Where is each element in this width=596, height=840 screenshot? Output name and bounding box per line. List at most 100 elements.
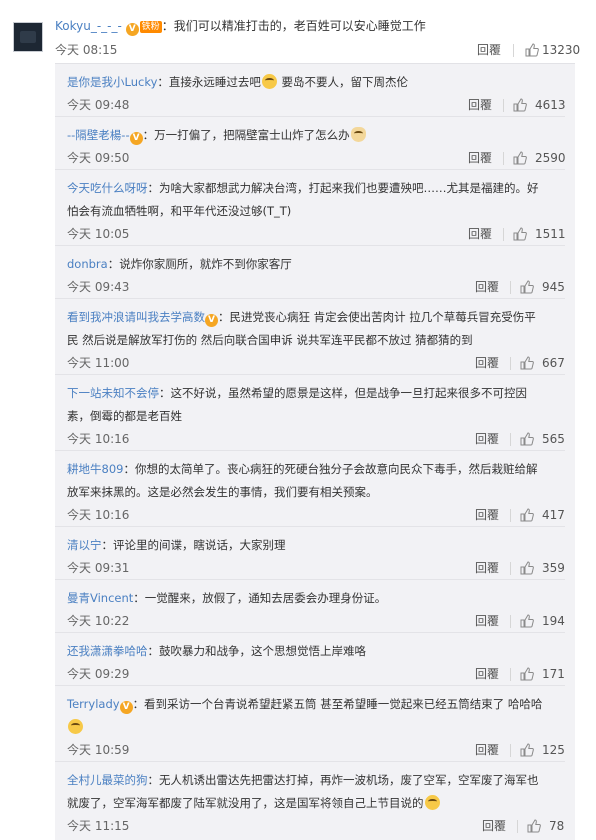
vip-badge-icon: V [129,132,143,145]
reply-item: --隔壁老楊-- V ：万一打偏了，把隔壁富士山炸了怎么办 今天 09:50 回覆 … [55,117,566,170]
like-count: 945 [542,280,565,294]
thumbs-up-icon[interactable] [525,43,539,57]
like-count: 78 [549,819,565,833]
reply-author[interactable]: Terrylady [67,697,120,711]
reply-text: ：评论里的间谍，瞎说话，大家别理 [101,538,286,552]
reply-item: 全村儿最菜的狗：无人机诱出雷达先把雷达打掉，再炸一波机场，废了空军，空军废了海军… [55,762,565,840]
divider [513,44,514,57]
vip-badge-icon: V [119,701,133,714]
like-count: 13230 [542,43,581,57]
avatar[interactable] [13,22,43,52]
top-comment: Kokyu_-_-_- V 铁粉 ：我们可以精准打击的，老百姓可以安心睡觉工作 今天… [0,0,596,60]
reply-item: 看到我冲浪请叫我去学高数 V ：民进党丧心病狂 肯定会使出苦肉计 拉几个草莓兵冒充受… [55,299,565,375]
thumbs-up-icon[interactable] [520,561,534,575]
reply-author[interactable]: 下一站未知不会停 [67,386,159,400]
reply-button[interactable]: 回覆 [475,741,499,759]
reply-button[interactable]: 回覆 [475,559,499,577]
reply-button[interactable]: 回覆 [475,354,499,372]
reply-author[interactable]: 清以宁 [67,538,102,552]
reply-time: 今天 09:48 [67,98,130,112]
reply-author[interactable]: 曼青Vincent [67,591,133,605]
reply-item: donbra：说炸你家厕所，就炸不到你家客厅 今天 09:43 回覆 945 [55,246,565,299]
reply-text: ：民进党丧心病狂 肯定会使出苦肉计 拉几个草莓兵冒充受伤平 [218,310,536,324]
reply-text: ：万一打偏了，把隔壁富士山炸了怎么办 [142,128,350,142]
reply-author[interactable]: donbra [67,257,108,271]
reply-author[interactable]: 耕地牛809 [67,462,123,476]
divider [510,509,511,522]
reply-button[interactable]: 回覆 [477,41,501,59]
thumbs-up-icon[interactable] [513,98,527,112]
vip-badge-icon: V [205,314,218,327]
comment-meta: 今天 08:15 回覆 13230 [55,41,586,59]
reply-button[interactable]: 回覆 [468,149,492,167]
reply-text: ：看到采访一个台青说希望赶紧五筒 甚至希望睡一觉起来已经五筒结束了 哈哈哈 [132,697,543,711]
divider [510,281,511,294]
like-count: 125 [542,743,565,757]
reply-time: 今天 11:00 [67,356,130,370]
replies-panel: 是你是我小Lucky：直接永远睡过去吧 要岛不要人，留下周杰伦 今天 09:48… [55,63,575,840]
like-count: 359 [542,561,565,575]
divider [503,99,504,112]
reply-time: 今天 10:05 [67,227,130,241]
reply-author[interactable]: 看到我冲浪请叫我去学高数 [67,310,205,324]
thumbs-up-icon[interactable] [520,432,534,446]
reply-text-2: 就废了，空军海军都废了陆军就没用了，这是国军将领自己上节目说的 [67,796,424,810]
divider [517,820,518,833]
like-count: 2590 [535,151,566,165]
reply-button[interactable]: 回覆 [475,612,499,630]
thumbs-up-icon[interactable] [520,614,534,628]
thumbs-up-icon[interactable] [513,227,527,241]
grin-emoji-icon [261,74,277,89]
vip-badge-icon: V [125,23,139,36]
reply-text-2: 要岛不要人，留下周杰伦 [277,75,409,89]
divider [510,615,511,628]
reply-text: ：直接永远睡过去吧 [157,75,261,89]
divider [503,228,504,241]
reply-item: 清以宁：评论里的间谍，瞎说话，大家别理 今天 09:31 回覆 359 [55,527,565,580]
comment-text: ：我们可以精准打击的，老百姓可以安心睡觉工作 [161,19,426,33]
reply-time: 今天 10:22 [67,614,130,628]
reply-author[interactable]: 还我潇潇拳哈哈 [67,644,148,658]
laugh-emoji-icon [68,719,83,734]
reply-item: 耕地牛809：你想的太简单了。丧心病狂的死硬台独分子会故意向民众下毒手，然后栽赃… [55,451,565,527]
reply-text: ：无人机诱出雷达先把雷达打掉，再炸一波机场，废了空军，空军废了海军也 [147,773,539,787]
thumbs-up-icon[interactable] [527,819,541,833]
reply-text: ：你想的太简单了。丧心病狂的死硬台独分子会故意向民众下毒手，然后栽赃给解 [123,462,538,476]
reply-time: 今天 10:16 [67,508,130,522]
reply-button[interactable]: 回覆 [482,817,506,835]
like-count: 194 [542,614,565,628]
reply-button[interactable]: 回覆 [475,665,499,683]
reply-text-2: 怕会有流血牺牲啊，和平年代还没过够(T_T) [67,204,292,218]
reply-button[interactable]: 回覆 [475,506,499,524]
reply-time: 今天 09:31 [67,561,130,575]
reply-author[interactable]: 全村儿最菜的狗 [67,773,148,787]
thumbs-up-icon[interactable] [520,280,534,294]
reply-time: 今天 10:16 [67,432,130,446]
divider [503,152,504,165]
reply-author[interactable]: --隔壁老楊-- [67,128,130,142]
reply-text: ：为啥大家都想武力解决台湾，打起来我们也要遭殃吧……尤其是福建的。好 [147,181,539,195]
reply-author[interactable]: 是你是我小Lucky [67,75,157,89]
comment-author[interactable]: Kokyu_-_-_- [55,19,122,33]
reply-button[interactable]: 回覆 [468,96,492,114]
reply-time: 今天 09:29 [67,667,130,681]
cat-emoji-icon [350,127,366,142]
comment-time: 今天 08:15 [55,43,118,57]
like-count: 171 [542,667,565,681]
thumbs-up-icon[interactable] [520,667,534,681]
reply-text: ：一觉醒来，放假了，通知去居委会办理身份证。 [133,591,387,605]
reply-item: 下一站未知不会停：这不好说，虽然希望的愿景是这样，但是战争一旦打起来很多不可控因… [55,375,565,451]
reply-button[interactable]: 回覆 [468,225,492,243]
laugh-emoji-icon [424,795,440,810]
reply-button[interactable]: 回覆 [475,430,499,448]
reply-time: 今天 10:59 [67,743,130,757]
reply-item: 还我潇潇拳哈哈：鼓吹暴力和战争，这个思想觉悟上岸难咯 今天 09:29 回覆 1… [55,633,565,686]
reply-item: 是你是我小Lucky：直接永远睡过去吧 要岛不要人，留下周杰伦 今天 09:48… [55,64,566,117]
reply-author[interactable]: 今天吃什么呀呀 [67,181,148,195]
reply-button[interactable]: 回覆 [475,278,499,296]
thumbs-up-icon[interactable] [520,743,534,757]
thumbs-up-icon[interactable] [520,508,534,522]
thumbs-up-icon[interactable] [513,151,527,165]
thumbs-up-icon[interactable] [520,356,534,370]
like-count: 417 [542,508,565,522]
